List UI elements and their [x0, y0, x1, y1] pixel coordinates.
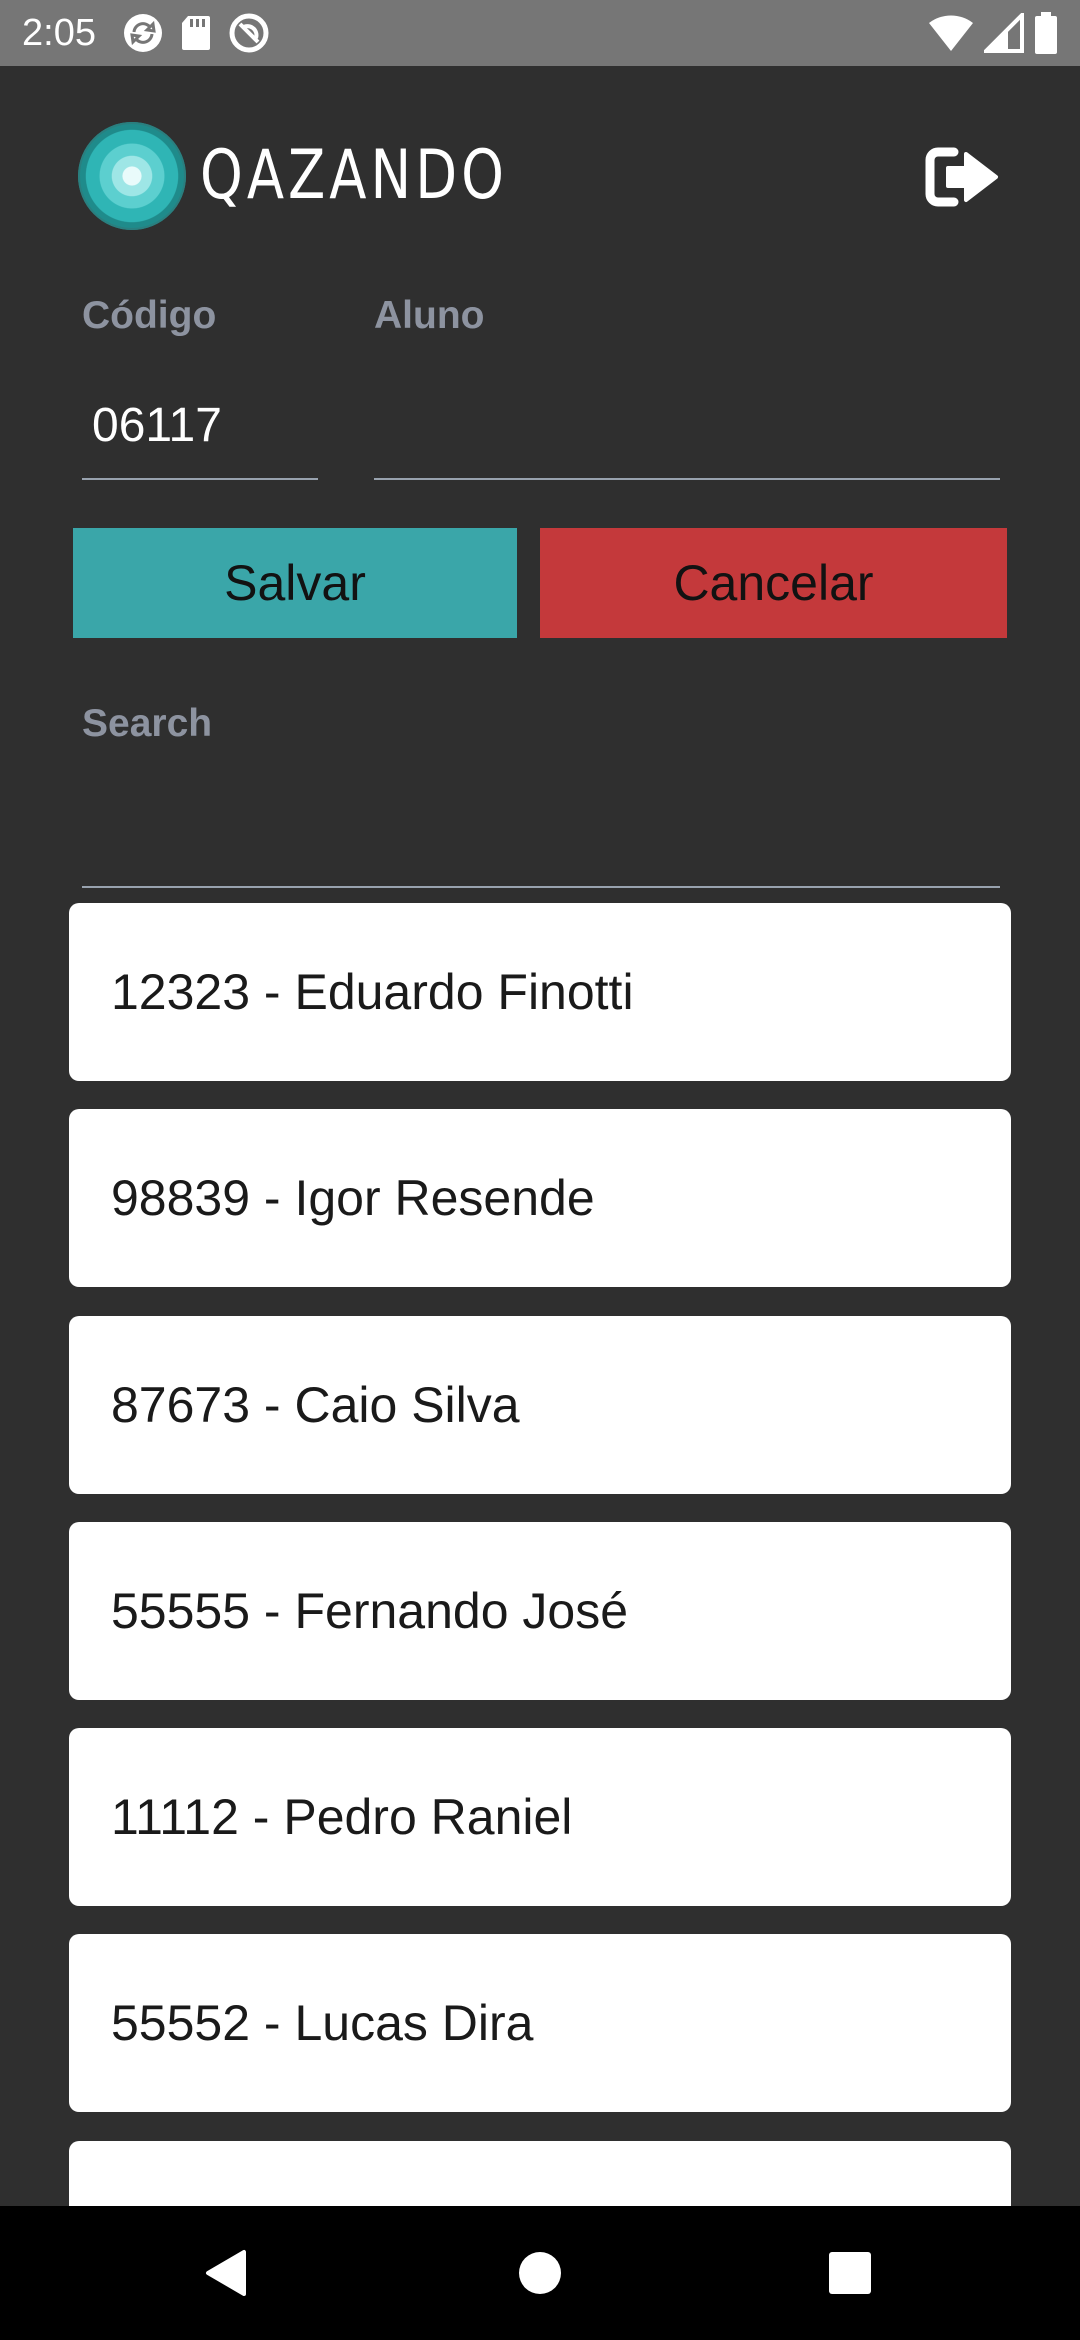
home-icon	[519, 2252, 561, 2294]
search-input[interactable]	[82, 780, 1000, 888]
back-button[interactable]	[166, 2206, 286, 2340]
student-list: 12323 - Eduardo Finotti 98839 - Igor Res…	[69, 903, 1011, 2206]
list-item[interactable]: 87673 - Caio Silva	[69, 1316, 1011, 1494]
wifi-icon	[929, 15, 973, 51]
list-item[interactable]: 55555 - Fernando José	[69, 1522, 1011, 1700]
status-bar: 2:05	[0, 0, 1080, 66]
brand-logo: QAZANDO	[78, 122, 585, 230]
signal-icon	[984, 13, 1024, 53]
logout-icon	[925, 147, 998, 207]
codigo-label: Código	[82, 294, 217, 337]
status-time: 2:05	[22, 12, 96, 54]
recents-icon	[829, 2252, 871, 2294]
list-item[interactable]: 98839 - Igor Resende	[69, 1109, 1011, 1287]
do-not-disturb-icon	[229, 13, 269, 53]
codigo-input[interactable]	[82, 372, 318, 480]
battery-icon	[1035, 12, 1057, 54]
recents-button[interactable]	[790, 2206, 910, 2340]
list-item[interactable]: 11112 - Pedro Raniel	[69, 1728, 1011, 1906]
home-button[interactable]	[480, 2206, 600, 2340]
search-label: Search	[82, 702, 213, 745]
aluno-label: Aluno	[374, 294, 485, 337]
status-icons-right	[928, 10, 1058, 56]
save-button[interactable]: Salvar	[73, 528, 517, 638]
sd-card-icon	[182, 16, 210, 50]
aluno-input[interactable]	[374, 372, 1000, 480]
list-item[interactable]: 12323 - Eduardo Finotti	[69, 903, 1011, 1081]
list-item[interactable]	[69, 2141, 1011, 2206]
back-icon	[206, 2250, 246, 2296]
status-icons-left	[122, 12, 270, 54]
list-item[interactable]: 55552 - Lucas Dira	[69, 1934, 1011, 2112]
logo-mark-icon	[78, 122, 186, 230]
logout-button[interactable]	[922, 140, 1002, 214]
navigation-bar	[0, 2206, 1080, 2340]
sync-icon	[124, 14, 162, 52]
logo-text: QAZANDO	[200, 136, 508, 215]
cancel-button[interactable]: Cancelar	[540, 528, 1007, 638]
app-screen: 2:05 QAZANDO Código 06117 Aluno Salvar C…	[0, 0, 1080, 2340]
